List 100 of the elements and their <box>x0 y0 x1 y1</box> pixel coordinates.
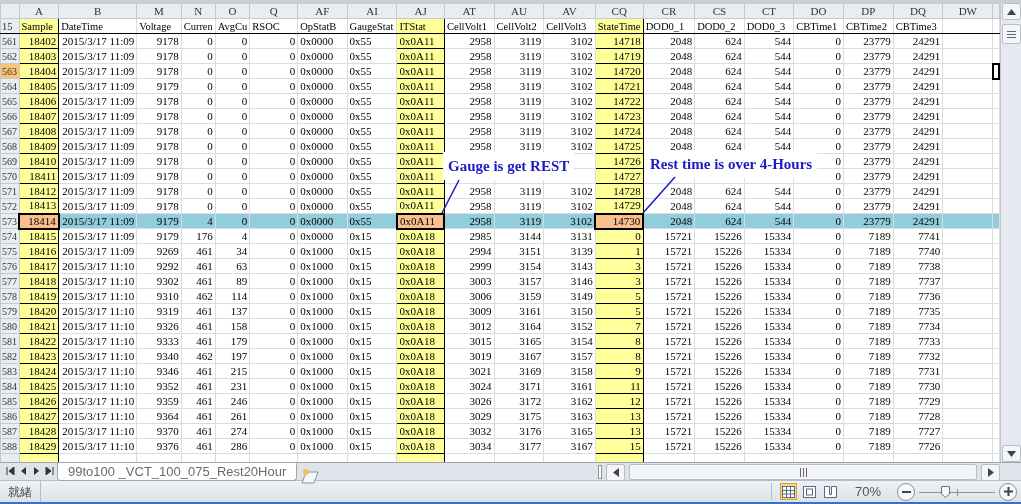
view-button[interactable] <box>779 483 797 500</box>
column-letter[interactable]: CQ <box>595 3 644 19</box>
column-letter[interactable]: A <box>19 3 59 19</box>
column-letter[interactable]: DP <box>843 3 894 19</box>
previous-sheet-icon[interactable] <box>19 467 28 475</box>
table-cell: 2999 <box>444 258 495 274</box>
table-cell: 461 <box>181 438 216 454</box>
table-cell: 3015 <box>444 333 495 349</box>
table-cell: 0 <box>181 93 216 109</box>
table-cell: 15334 <box>744 318 794 334</box>
table-cell: 0x0000 <box>297 108 348 124</box>
table-cell: 2958 <box>444 78 495 94</box>
column-letter[interactable]: AJ <box>396 3 445 19</box>
scroll-right-button[interactable] <box>981 463 1000 481</box>
table-cell: 0x55 <box>347 198 397 214</box>
table-cell: 461 <box>181 423 216 439</box>
table-cell: 2958 <box>444 33 495 49</box>
table-cell: 15334 <box>744 243 794 259</box>
zoom-out-button[interactable] <box>897 482 915 501</box>
sheet-tab[interactable]: 99to100 _VCT_100_075_Rest20Hour <box>57 463 298 481</box>
column-letter[interactable]: CS <box>694 3 745 19</box>
table-cell: 0x0000 <box>297 168 348 184</box>
scroll-thumb[interactable] <box>629 464 977 480</box>
scroll-down-button[interactable] <box>1001 445 1021 462</box>
table-cell: 3161 <box>543 378 596 394</box>
column-letter[interactable]: Q <box>249 3 298 19</box>
scroll-up-button[interactable] <box>1001 3 1021 20</box>
table-cell: 0 <box>215 108 250 124</box>
column-letter[interactable]: AF <box>297 3 348 19</box>
table-cell: 0 <box>249 423 298 439</box>
table-cell: 0x15 <box>347 423 397 439</box>
table-cell: 3149 <box>543 288 596 304</box>
last-sheet-icon[interactable] <box>45 467 54 475</box>
first-sheet-icon[interactable] <box>6 467 15 475</box>
column-letter[interactable]: AU <box>494 3 544 19</box>
table-cell: 0x0000 <box>297 63 348 79</box>
table-cell: 246 <box>215 393 250 409</box>
column-letter[interactable]: CT <box>744 3 794 19</box>
table-cell: 0 <box>215 168 250 184</box>
scroll-left-button[interactable] <box>606 463 625 481</box>
table-cell: 3006 <box>444 288 495 304</box>
table-cell: 3150 <box>543 303 596 319</box>
table-cell: 0 <box>793 213 844 229</box>
column-title: CBTime3 <box>893 18 943 34</box>
slider-thumb[interactable] <box>940 485 950 498</box>
table-cell: 0x55 <box>347 123 397 139</box>
split-handle[interactable] <box>598 465 602 479</box>
table-cell: 0 <box>181 108 216 124</box>
column-letter[interactable]: DQ <box>893 3 943 19</box>
table-cell: 2015/3/17 11:10 <box>58 288 137 304</box>
table-cell: 0 <box>249 33 298 49</box>
table-cell: 0 <box>249 78 298 94</box>
column-letter[interactable]: AT <box>444 3 495 19</box>
column-letter[interactable]: CR <box>643 3 695 19</box>
table-cell: 9178 <box>136 63 182 79</box>
column-letter[interactable]: M <box>136 3 182 19</box>
table-cell: 3159 <box>494 288 544 304</box>
table-cell: 7731 <box>893 363 943 379</box>
zoom-in-button[interactable] <box>999 482 1017 501</box>
table-cell: 3102 <box>543 123 596 139</box>
column-letter[interactable]: O <box>215 3 250 19</box>
table-cell: 7734 <box>893 318 943 334</box>
column-letter[interactable]: AI <box>347 3 397 19</box>
next-sheet-icon[interactable] <box>32 467 41 475</box>
scroll-thumb[interactable] <box>1001 24 1021 44</box>
table-cell: 176 <box>181 228 216 244</box>
table-cell: 15721 <box>643 288 695 304</box>
table-cell: 9178 <box>136 108 182 124</box>
table-cell: 3119 <box>494 123 544 139</box>
zoom-slider[interactable] <box>919 485 995 498</box>
column-letter[interactable]: DO <box>793 3 844 19</box>
table-cell: 0x55 <box>347 153 397 169</box>
table-cell: 9326 <box>136 318 182 334</box>
table-cell: 2015/3/17 11:09 <box>58 168 137 184</box>
table-cell: 3032 <box>444 423 495 439</box>
page-break-icon <box>823 485 837 498</box>
table-cell: 0x0000 <box>297 198 348 214</box>
table-cell: 2015/3/17 11:09 <box>58 63 137 79</box>
view-button[interactable] <box>800 483 818 500</box>
table-cell: 15721 <box>643 318 695 334</box>
column-title: AvgCu <box>215 18 250 34</box>
column-letter[interactable]: B <box>58 3 137 19</box>
table-cell: 2015/3/17 11:10 <box>58 273 137 289</box>
table-cell: 0 <box>793 363 844 379</box>
table-cell: 0 <box>249 393 298 409</box>
table-cell: 15334 <box>744 393 794 409</box>
column-title: CellVolt3 <box>543 18 596 34</box>
zoom-level[interactable]: 70% <box>854 481 881 502</box>
table-cell: 23779 <box>843 33 894 49</box>
table-cell: 34 <box>215 243 250 259</box>
table-cell: 3102 <box>543 198 596 214</box>
column-letter[interactable]: AV <box>543 3 596 19</box>
table-cell: 0 <box>249 213 298 229</box>
column-title: CellVolt2 <box>494 18 544 34</box>
table-cell: 24291 <box>893 93 943 109</box>
table-cell: 0x15 <box>347 228 397 244</box>
column-letter[interactable]: N <box>181 3 216 19</box>
table-cell: 3161 <box>494 303 544 319</box>
view-button[interactable] <box>821 483 839 500</box>
column-letter[interactable]: DW <box>942 3 993 19</box>
